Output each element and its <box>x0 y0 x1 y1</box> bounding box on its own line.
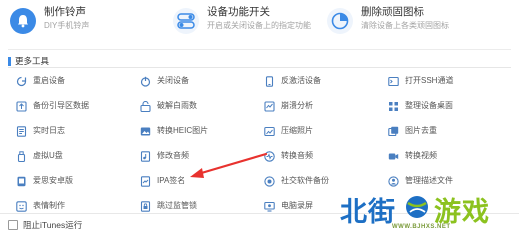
section-title: 更多工具 <box>15 56 50 66</box>
tool-screen-record[interactable]: 电脑录屏 <box>264 199 313 213</box>
restart-device-icon <box>16 76 27 87</box>
crash-analysis-icon <box>264 100 275 112</box>
tool-convert-audio[interactable]: 转换音频 <box>264 149 313 163</box>
tool-ipa-sign[interactable]: IPA签名 <box>140 174 185 188</box>
block-itunes-option[interactable]: 阻止iTunes运行 <box>8 219 82 231</box>
tool-emoji-maker[interactable]: 表情制作 <box>16 199 65 213</box>
convert-heic-icon <box>140 126 151 137</box>
tool-deactivate-device[interactable]: 反激活设备 <box>264 74 321 88</box>
log-icon <box>16 125 27 137</box>
manage-profile-icon <box>388 175 399 187</box>
feature-title: 删除顽固图标 <box>361 6 424 18</box>
deactivate-device-icon <box>264 75 275 87</box>
feature-desc: 清除设备上各类顽固图标 <box>361 21 449 30</box>
watermark-url: WWW.BJHXS.NET <box>392 224 451 230</box>
block-itunes-checkbox[interactable] <box>8 220 18 230</box>
image-dedup-icon <box>388 126 399 137</box>
ssh-terminal-icon <box>388 76 399 87</box>
tool-image-dedup[interactable]: 图片去重 <box>388 124 437 138</box>
power-icon <box>140 76 151 87</box>
section-divider <box>8 67 511 68</box>
watermark-text-part1: 北街 <box>340 197 396 228</box>
compress-photo-icon <box>264 126 275 137</box>
tool-virtual-usb[interactable]: 虚拟U盘 <box>16 149 63 163</box>
tool-restart-device[interactable]: 重启设备 <box>16 74 65 88</box>
top-divider <box>8 49 511 50</box>
feature-device-switch[interactable]: 设备功能开关 开启或关闭设备上的指定功能 <box>173 6 311 34</box>
tool-skip-lock[interactable]: 跳过监管锁 <box>140 199 197 213</box>
annotation-arrow <box>190 152 268 178</box>
tool-convert-heic[interactable]: 转换HEIC图片 <box>140 124 208 138</box>
ipa-sign-icon <box>140 175 151 187</box>
feature-desc: 开启或关闭设备上的指定功能 <box>207 21 311 30</box>
skip-lock-icon <box>140 200 151 212</box>
tool-realtime-log[interactable]: 实时日志 <box>16 124 65 138</box>
tool-backup-boot[interactable]: 备份引导区数据 <box>16 99 89 113</box>
tool-convert-video[interactable]: 转换视频 <box>388 149 437 163</box>
feature-desc: DIY手机铃声 <box>44 21 90 30</box>
tool-manage-profile[interactable]: 管理描述文件 <box>388 174 453 188</box>
tool-crash-analysis[interactable]: 崩溃分析 <box>264 99 313 113</box>
edit-audio-icon <box>140 150 151 162</box>
watermark-logo: 北街 游戏 WWW.BJHXS.NET <box>340 190 518 236</box>
section-header: 更多工具 <box>8 55 49 67</box>
bell-icon <box>10 8 36 34</box>
usb-drive-icon <box>16 150 27 162</box>
tool-crack[interactable]: 破解白雨数 <box>140 99 197 113</box>
tool-social-backup[interactable]: 社交软件备份 <box>264 174 329 188</box>
section-accent-bar <box>8 56 11 66</box>
watermark-ball-icon <box>406 196 428 218</box>
toggle-switch-icon <box>173 8 199 34</box>
block-itunes-label: 阻止iTunes运行 <box>23 220 83 230</box>
tool-organize-desktop[interactable]: 整理设备桌面 <box>388 99 453 113</box>
convert-video-icon <box>388 151 399 162</box>
feature-title: 设备功能开关 <box>207 6 270 18</box>
feature-delete-icons[interactable]: 删除顽固图标 清除设备上各类顽固图标 <box>327 6 449 34</box>
crack-icon <box>140 100 151 112</box>
tool-android-version[interactable]: 爱思安卓版 <box>16 174 73 188</box>
android-icon <box>16 176 27 187</box>
emoji-icon <box>16 200 27 212</box>
tool-ssh-tunnel[interactable]: 打开SSH通道 <box>388 74 453 88</box>
organize-desktop-icon <box>388 101 399 112</box>
tool-power-off[interactable]: 关闭设备 <box>140 74 189 88</box>
pie-chart-icon <box>327 8 353 34</box>
tool-compress-photo[interactable]: 压缩照片 <box>264 124 313 138</box>
feature-title: 制作铃声 <box>44 6 86 18</box>
backup-boot-icon <box>16 100 27 112</box>
feature-make-ringtone[interactable]: 制作铃声 DIY手机铃声 <box>10 6 89 34</box>
screen-record-icon <box>264 201 275 212</box>
